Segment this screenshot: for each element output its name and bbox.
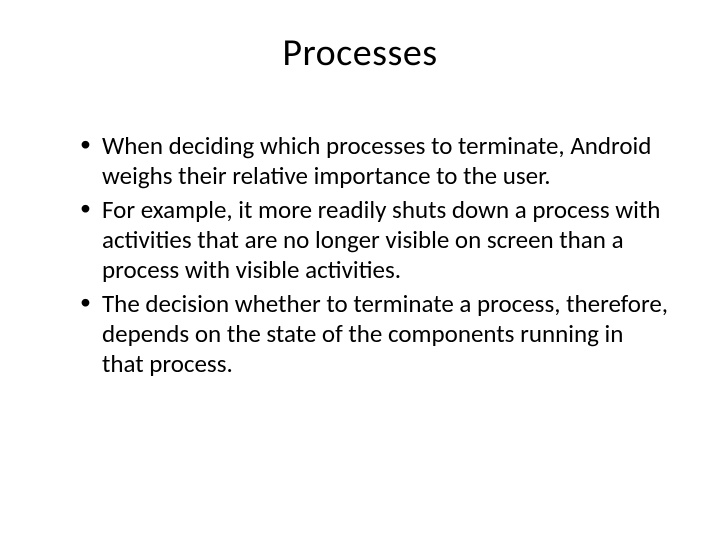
- slide-title: Processes: [50, 30, 670, 76]
- bullet-list: When deciding which processes to termina…: [50, 131, 670, 379]
- bullet-item: When deciding which processes to termina…: [80, 131, 670, 191]
- bullet-item: For example, it more readily shuts down …: [80, 195, 670, 285]
- bullet-item: The decision whether to terminate a proc…: [80, 289, 670, 379]
- slide-container: Processes When deciding which processes …: [0, 0, 720, 540]
